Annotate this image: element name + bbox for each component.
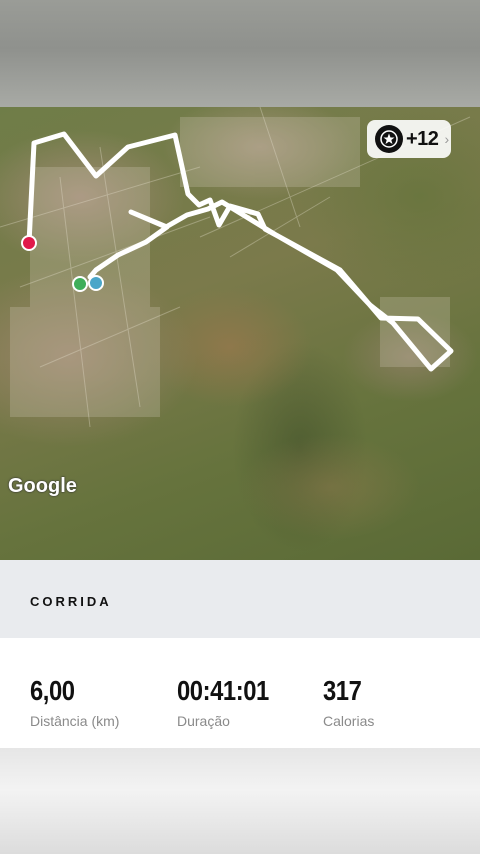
- route-start-marker: [72, 276, 88, 292]
- chevron-right-icon: ›: [444, 131, 450, 147]
- google-attribution: Google: [8, 475, 77, 497]
- route-end-marker: [21, 235, 37, 251]
- achievements-count: +12: [406, 127, 439, 150]
- star-medal-icon: [375, 125, 403, 153]
- distance-value: 6,00: [30, 675, 75, 706]
- duration-label: Duração: [177, 713, 230, 729]
- duration-value: 00:41:01: [177, 675, 269, 706]
- blurred-footer: [0, 748, 480, 854]
- stat-duration: 00:41:01 Duração: [177, 675, 285, 729]
- stat-distance: 6,00 Distância (km): [30, 675, 119, 729]
- route-point-marker: [88, 275, 104, 291]
- calories-value: 317: [323, 675, 362, 706]
- route-map[interactable]: Google: [0, 107, 480, 560]
- activity-type-title: CORRIDA: [30, 594, 112, 609]
- calories-label: Calorias: [323, 713, 375, 729]
- blurred-header: [0, 0, 480, 107]
- stat-calories: 317 Calorias: [323, 675, 374, 729]
- distance-label: Distância (km): [30, 713, 120, 729]
- achievements-badge[interactable]: +12 ›: [367, 120, 451, 158]
